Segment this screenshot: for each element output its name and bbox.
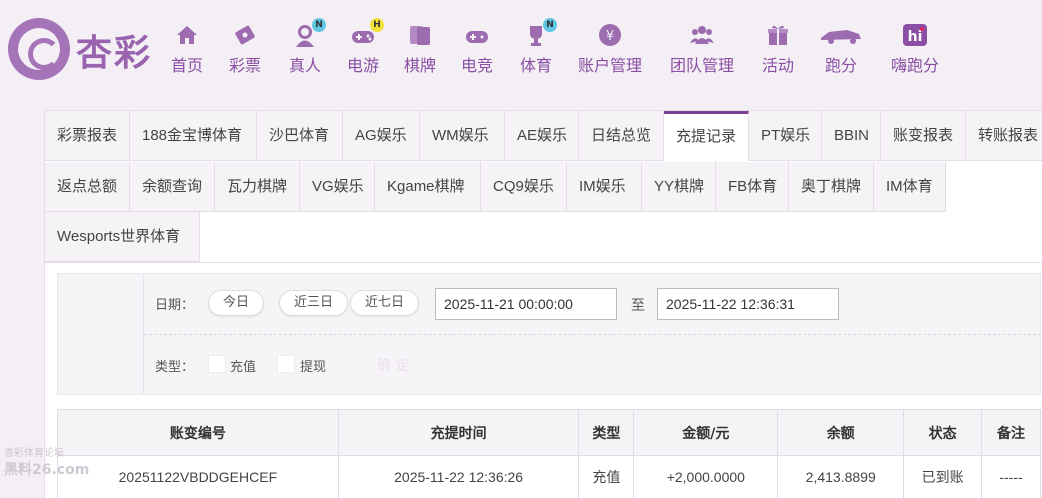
withdraw-option-label: 提现	[300, 360, 327, 375]
tab-ae[interactable]: AE娱乐	[505, 111, 579, 161]
svg-text:hi: hi	[908, 29, 923, 45]
esports-gamepad-icon	[464, 22, 490, 48]
tab-daily-summary[interactable]: 日结总览	[579, 111, 664, 161]
col-header-balance: 余额	[777, 409, 905, 456]
col-header-remark: 备注	[981, 409, 1041, 456]
col-header-amount: 金额/元	[633, 409, 779, 456]
filter-divider	[144, 334, 1041, 335]
tab-saba-sports[interactable]: 沙巴体育	[257, 111, 343, 161]
cell-remark: -----	[981, 455, 1041, 498]
nav-item-sports[interactable]: N 体育	[517, 18, 557, 80]
tab-kgame-cards[interactable]: Kgame棋牌	[375, 162, 481, 212]
nav-item-live[interactable]: N 真人	[283, 18, 327, 80]
cell-transaction-id: 20251122VBDDGEHCEF	[57, 455, 339, 498]
tabs-divider	[45, 262, 1042, 263]
tab-odin-cards[interactable]: 奥丁棋牌	[789, 162, 874, 212]
cell-status: 已到账	[903, 455, 983, 498]
start-date-input[interactable]: 2025-11-21 00:00:00	[435, 288, 617, 320]
filter-panel: 日期： 今日 近三日 近七日 2025-11-21 00:00:00 至 202…	[57, 273, 1041, 395]
brand-logo[interactable]: 杏彩	[8, 18, 163, 80]
tab-transfer-report[interactable]: 转账报表	[966, 111, 1042, 161]
col-header-status: 状态	[903, 409, 983, 456]
filter-sidebar	[58, 274, 144, 394]
type-label: 类型：	[155, 360, 195, 375]
col-header-transaction-id: 账变编号	[57, 409, 339, 456]
hi-icon: hi	[902, 22, 928, 48]
tab-yy-cards[interactable]: YY棋牌	[642, 162, 716, 212]
cell-amount: +2,000.0000	[633, 455, 779, 498]
logo-emblem-icon	[8, 18, 70, 80]
today-button[interactable]: 今日	[208, 290, 265, 316]
nav-item-activity[interactable]: 活动	[759, 22, 797, 80]
col-header-time: 充提时间	[337, 409, 580, 456]
watermark-line1: 杏彩体育论坛	[4, 448, 64, 459]
tab-pt[interactable]: PT娱乐	[749, 111, 822, 161]
svg-text:¥: ¥	[606, 29, 614, 44]
nav-item-lottery[interactable]: 彩票	[223, 22, 267, 80]
watermark-line2: 黑料26.com	[4, 462, 90, 478]
lottery-ticket-icon	[232, 22, 258, 48]
end-date-input[interactable]: 2025-11-22 12:36:31	[657, 288, 839, 320]
nav-item-run[interactable]: 跑分	[817, 22, 865, 80]
watermark: 杏彩体育论坛 黑料26.com	[4, 444, 94, 482]
date-label: 日期：	[155, 298, 195, 313]
live-dealer-icon: N	[292, 18, 326, 48]
nav-item-cards[interactable]: 棋牌	[401, 22, 439, 80]
nav-badge: H	[370, 18, 384, 32]
slot-gamepad-icon: H	[350, 18, 384, 48]
cell-type: 充值	[578, 455, 635, 498]
nav-badge: N	[543, 18, 557, 32]
tab-ag[interactable]: AG娱乐	[343, 111, 420, 161]
nav-item-account[interactable]: ¥ 账户管理	[575, 22, 645, 80]
account-yen-icon: ¥	[597, 22, 623, 48]
report-panel: 彩票报表 188金宝博体育 沙巴体育 AG娱乐 WM娱乐 AE娱乐 日结总览 充…	[44, 110, 1042, 498]
tab-wali-cards[interactable]: 瓦力棋牌	[215, 162, 300, 212]
table-header-row: 账变编号 充提时间 类型 金额/元 余额 状态 备注	[57, 409, 1041, 456]
records-table: 账变编号 充提时间 类型 金额/元 余额 状态 备注 20251122VBDDG…	[57, 409, 1041, 498]
trophy-icon: N	[523, 18, 557, 48]
last-7-days-button[interactable]: 近七日	[350, 290, 420, 316]
nav-item-esports[interactable]: 电竞	[458, 22, 496, 80]
table-row[interactable]: 20251122VBDDGEHCEF 2025-11-22 12:36:26 充…	[57, 455, 1041, 498]
gift-icon	[765, 22, 791, 48]
report-tabs: 彩票报表 188金宝博体育 沙巴体育 AG娱乐 WM娱乐 AE娱乐 日结总览 充…	[45, 111, 1042, 263]
tab-balance-query[interactable]: 余额查询	[130, 162, 215, 212]
cell-time: 2025-11-22 12:36:26	[337, 455, 580, 498]
nav-item-home[interactable]: 首页	[165, 22, 209, 80]
deposit-option-label: 充值	[230, 360, 257, 375]
tab-cq9[interactable]: CQ9娱乐	[481, 162, 567, 212]
col-header-type: 类型	[578, 409, 635, 456]
tab-vg[interactable]: VG娱乐	[300, 162, 375, 212]
nav-item-hi-run[interactable]: hi 嗨跑分	[889, 22, 941, 80]
logo-text: 杏彩	[76, 32, 153, 74]
nav-item-slots[interactable]: H 电游	[341, 18, 385, 80]
confirm-button[interactable]: 确 定	[377, 355, 409, 375]
tab-fb-sports[interactable]: FB体育	[716, 162, 789, 212]
top-header: 杏彩 首页 彩票 N 真人 H 电游 棋牌 电竞 N 体育 ¥ 账户管理 团队管…	[0, 0, 1042, 100]
tab-deposit-withdraw-records[interactable]: 充提记录	[664, 111, 749, 161]
cards-icon	[407, 22, 433, 48]
nav-item-team[interactable]: 团队管理	[667, 22, 737, 80]
nav-badge: N	[312, 18, 326, 32]
tab-im-sports[interactable]: IM体育	[874, 162, 946, 212]
deposit-checkbox[interactable]	[208, 355, 226, 373]
tab-wm[interactable]: WM娱乐	[420, 111, 505, 161]
tab-wesports[interactable]: Wesports世界体育	[45, 212, 200, 262]
last-3-days-button[interactable]: 近三日	[279, 290, 349, 316]
cell-balance: 2,413.8899	[777, 455, 905, 498]
tab-188-sports[interactable]: 188金宝博体育	[130, 111, 257, 161]
tab-rebate-total[interactable]: 返点总额	[45, 162, 130, 212]
tab-im[interactable]: IM娱乐	[567, 162, 642, 212]
home-icon	[174, 22, 200, 48]
to-label: 至	[631, 298, 645, 314]
tab-balance-change-report[interactable]: 账变报表	[881, 111, 966, 161]
tab-lottery-report[interactable]: 彩票报表	[45, 111, 130, 161]
tab-bbin[interactable]: BBIN	[822, 111, 881, 161]
team-icon	[689, 22, 715, 48]
withdraw-checkbox[interactable]	[277, 355, 295, 373]
running-car-icon	[819, 22, 863, 48]
